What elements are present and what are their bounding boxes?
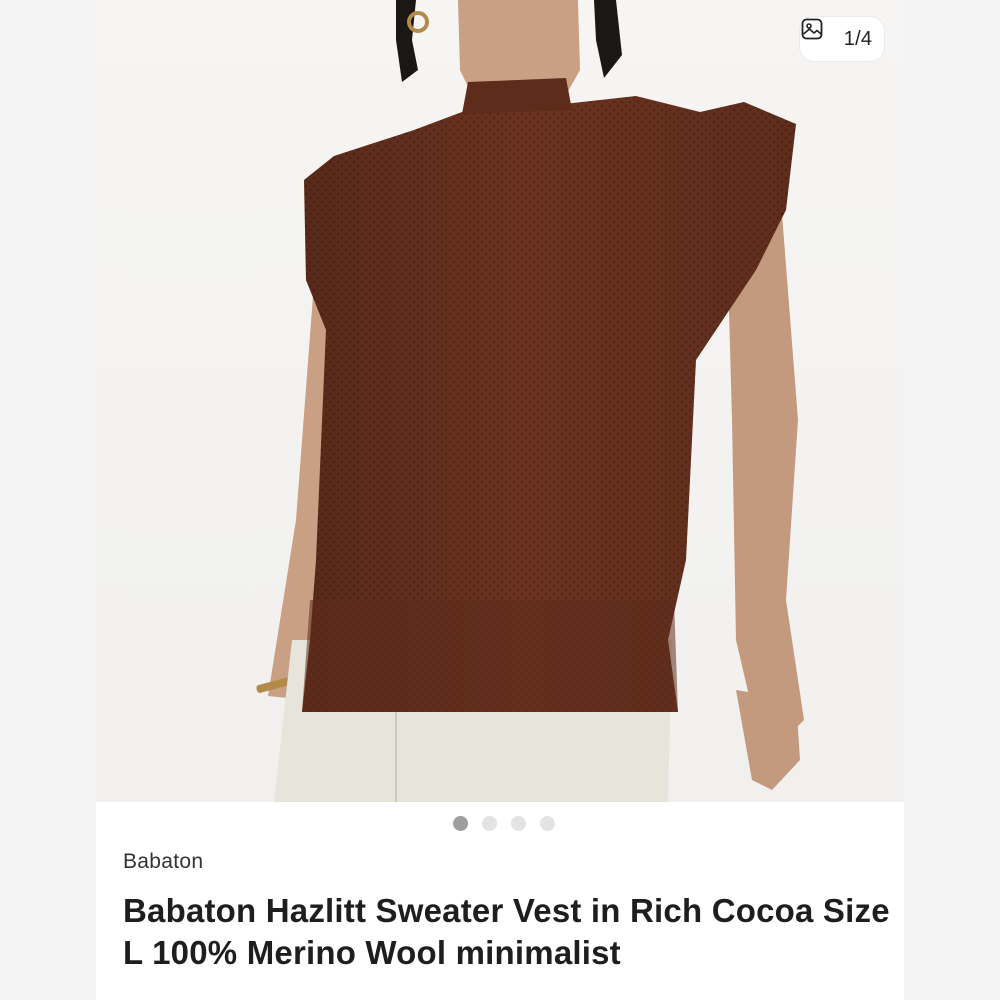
image-icon: [801, 18, 836, 51]
pagination-dot-4[interactable]: [540, 816, 555, 831]
product-photo[interactable]: 1/4: [96, 0, 904, 802]
pagination-dot-2[interactable]: [482, 816, 497, 831]
listing-card: 1/4 Babaton Babaton Hazlitt Sweater Vest…: [96, 0, 904, 1000]
pagination-dot-1[interactable]: [453, 816, 468, 831]
image-counter-text: 1/4: [843, 27, 873, 50]
gallery-pagination: [96, 816, 904, 832]
listing-title: Babaton Hazlitt Sweater Vest in Rich Coc…: [123, 892, 890, 971]
vest-hem: [302, 600, 678, 712]
brand-name[interactable]: Babaton: [123, 850, 203, 874]
vest-collar: [462, 78, 572, 114]
image-counter[interactable]: 1/4: [800, 17, 884, 61]
product-photo-illustration: [256, 0, 804, 802]
pagination-dot-3[interactable]: [511, 816, 526, 831]
